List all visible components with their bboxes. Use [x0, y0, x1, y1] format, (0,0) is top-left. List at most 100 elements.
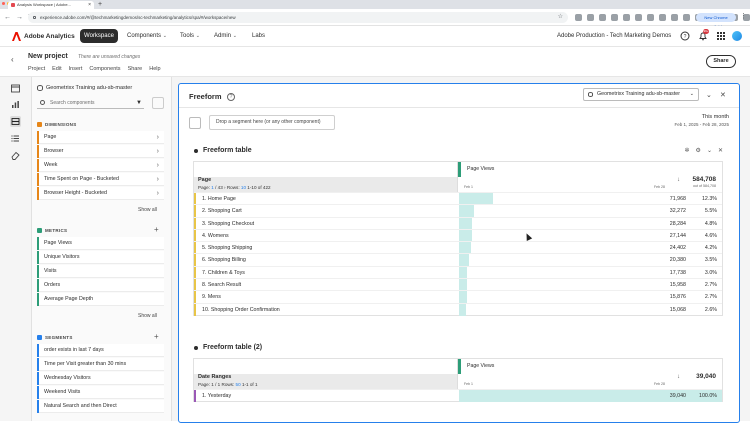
table-row[interactable]: 8. Search Result 15,958 2.7% [194, 278, 722, 292]
segment-item[interactable]: order exists in last 7 days [37, 344, 164, 357]
extension-icon[interactable] [611, 14, 618, 21]
menu-help[interactable]: Help [149, 66, 160, 72]
user-avatar[interactable] [732, 31, 742, 41]
metric-item[interactable]: Average Page Depth [37, 293, 164, 306]
apps-grid-icon[interactable] [716, 31, 726, 41]
extension-icon[interactable] [575, 14, 582, 21]
dimension-item[interactable]: Time Spent on Page - Bucketed › [37, 173, 164, 186]
dimension-header[interactable]: Page Page: 1 / 43 › Rows: 10 1-10 of 422 [194, 177, 457, 192]
row-label[interactable]: 1. Home Page [194, 193, 457, 205]
metric-column-header[interactable]: Page Views Feb 1 Feb 28 ↓ 584,708 out of… [457, 162, 722, 192]
bookmark-star-icon[interactable]: ☆ [558, 12, 563, 23]
show-all-metrics-link[interactable]: Show all [138, 313, 157, 319]
browser-menu-icon[interactable]: ⋮ [740, 12, 747, 20]
share-button[interactable]: Share [706, 55, 736, 68]
sort-desc-icon[interactable]: ↓ [677, 177, 680, 183]
menu-project[interactable]: Project [28, 66, 45, 72]
menu-share[interactable]: Share [128, 66, 143, 72]
segment-filter-icon[interactable] [189, 117, 201, 129]
row-label[interactable]: 5. Shopping Shipping [194, 242, 457, 255]
gear-icon[interactable]: ⚙ [696, 147, 701, 155]
table-row[interactable]: 9. Mens 15,876 2.7% [194, 290, 722, 304]
chevron-right-icon[interactable]: › [157, 131, 159, 144]
help-icon[interactable]: ? [680, 31, 690, 41]
table-title[interactable]: Freeform table [193, 146, 252, 156]
date-range-picker[interactable]: This month Feb 1, 2025 - Feb 28, 2025 [674, 113, 729, 128]
tools-menu[interactable]: Tools ⌄ [180, 31, 200, 42]
back-chevron-icon[interactable]: ‹ [11, 55, 14, 64]
row-label[interactable]: 3. Shopping Checkout [194, 217, 457, 230]
table-row[interactable]: 2. Shopping Cart 32,272 5.5% [194, 204, 722, 218]
extension-icon[interactable] [635, 14, 642, 21]
table-row[interactable]: 3. Shopping Checkout 28,284 4.8% [194, 216, 722, 230]
table-row[interactable]: 4. Womens 27,144 4.6% [194, 228, 722, 242]
row-label[interactable]: 9. Mens [194, 291, 457, 304]
extension-icon[interactable] [659, 14, 666, 21]
chrome-update-button[interactable]: New Chrome available [696, 13, 736, 29]
url-field[interactable]: experience.adobe.com/#/@techmarketingdem… [28, 12, 568, 23]
org-switcher[interactable]: Adobe Production - Tech Marketing Demos [557, 31, 671, 42]
segment-item[interactable]: Wednesday Visitors [37, 372, 164, 385]
close-icon[interactable]: ✕ [718, 147, 723, 155]
chevron-right-icon[interactable]: › [157, 173, 159, 186]
row-label[interactable]: 2. Shopping Cart [194, 205, 457, 218]
browser-tab[interactable]: Analysis Workspace | Adobe... × [8, 1, 94, 9]
extension-icon[interactable] [671, 14, 678, 21]
components-menu[interactable]: Components ⌄ [127, 31, 167, 42]
chevron-down-icon[interactable]: ⌄ [707, 147, 712, 155]
report-suite-selector[interactable]: Geometrixx Training adu-sb-master [37, 84, 132, 92]
list-icon[interactable] [10, 133, 21, 144]
extension-icon[interactable] [623, 14, 630, 21]
extension-icon[interactable] [587, 14, 594, 21]
row-label[interactable]: 8. Search Result [194, 279, 457, 292]
sort-icon[interactable] [152, 97, 164, 109]
chevron-right-icon[interactable]: › [157, 145, 159, 158]
metric-item[interactable]: Page Views [37, 237, 164, 250]
table-row[interactable]: 6. Shopping Billing 20,380 3.5% [194, 253, 722, 267]
extension-icon[interactable] [599, 14, 606, 21]
table-row[interactable]: 1. Yesterday 39,040 100.0% [194, 389, 722, 402]
panel-title[interactable]: Freeform [189, 92, 222, 101]
workspace-nav-button[interactable]: Workspace [80, 29, 118, 43]
extension-icon[interactable] [683, 14, 690, 21]
search-components-input[interactable]: Search components [37, 97, 144, 109]
help-circle-icon[interactable]: ? [227, 93, 235, 101]
metric-item[interactable]: Unique Visitors [37, 251, 164, 264]
chevron-right-icon[interactable]: › [157, 187, 159, 200]
row-label[interactable]: 7. Children & Toys [194, 266, 457, 279]
add-segment-icon[interactable]: + [154, 333, 159, 341]
menu-insert[interactable]: Insert [69, 66, 83, 72]
panels-icon[interactable] [10, 83, 21, 94]
dimension-item[interactable]: Browser › [37, 145, 164, 158]
extension-icon[interactable] [647, 14, 654, 21]
metric-item[interactable]: Visits [37, 265, 164, 278]
segment-item[interactable]: Natural Search and then Direct [37, 400, 164, 413]
visualizations-icon[interactable] [10, 99, 21, 110]
segment-drop-zone[interactable]: Drop a segment here (or any other compon… [209, 115, 335, 130]
panel-report-suite-dropdown[interactable]: Geometrixx Training adu-sb-master ⌄ [583, 88, 699, 101]
row-label[interactable]: 4. Womens [194, 229, 457, 242]
dimension-header[interactable]: Date Ranges Page: 1 / 1 Rows: 50 1-1 of … [194, 374, 457, 389]
menu-components[interactable]: Components [89, 66, 120, 72]
eraser-icon[interactable] [10, 150, 21, 161]
components-icon[interactable] [10, 116, 21, 127]
chevron-right-icon[interactable]: › [157, 159, 159, 172]
show-all-dimensions-link[interactable]: Show all [138, 207, 157, 213]
admin-menu[interactable]: Admin ⌄ [214, 31, 237, 42]
add-metric-icon[interactable]: + [154, 226, 159, 234]
table-row[interactable]: 1. Home Page 71,968 12.3% [194, 192, 722, 205]
new-tab-button[interactable]: + [98, 0, 102, 9]
close-panel-icon[interactable]: ✕ [720, 92, 726, 100]
segment-item[interactable]: Weekend Visits [37, 386, 164, 399]
dimension-item[interactable]: Week › [37, 159, 164, 172]
row-label[interactable]: 6. Shopping Billing [194, 254, 457, 267]
table-row[interactable]: 7. Children & Toys 17,738 3.0% [194, 265, 722, 279]
table-title[interactable]: Freeform table (2) [193, 343, 262, 353]
forward-arrow-icon[interactable]: → [16, 13, 23, 22]
filter-icon[interactable]: ▼ [136, 100, 142, 106]
metric-column-header[interactable]: Page Views Feb 1 Feb 28 ↓ 39,040 [457, 359, 722, 389]
row-label[interactable]: 1. Yesterday [194, 390, 457, 402]
table-row[interactable]: 5. Shopping Shipping 24,402 4.2% [194, 241, 722, 255]
dimension-item[interactable]: Browser Height - Bucketed › [37, 187, 164, 200]
row-label[interactable]: 10. Shopping Order Confirmation [194, 303, 457, 316]
